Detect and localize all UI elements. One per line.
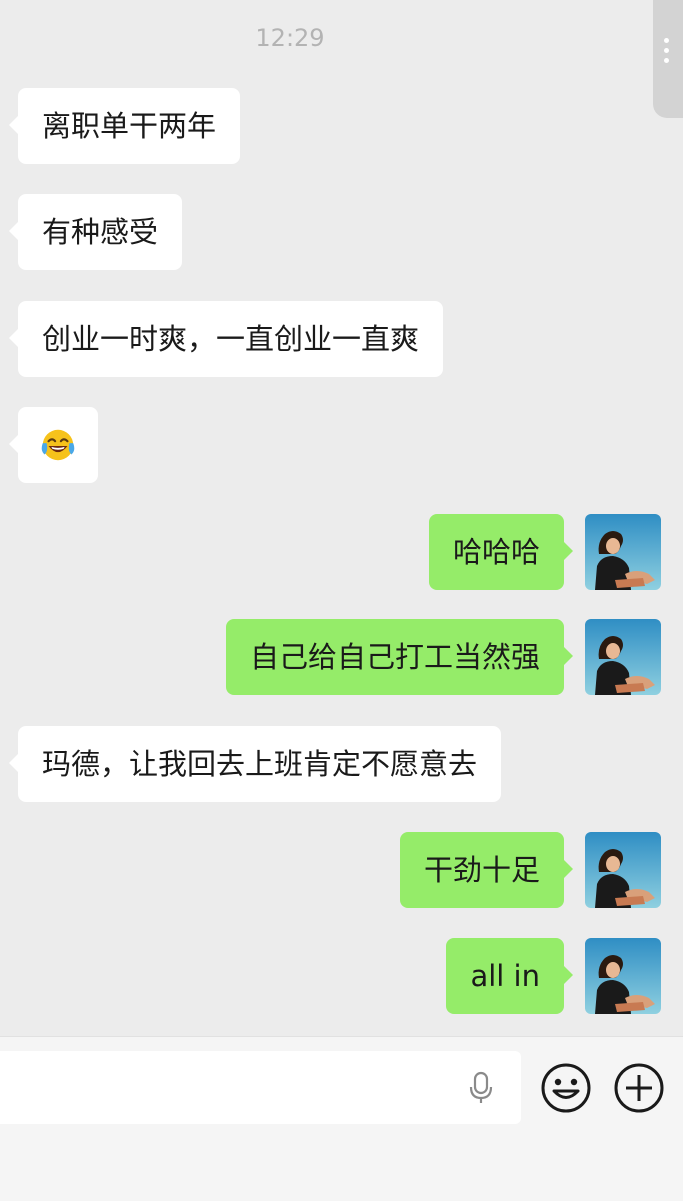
message-bubble[interactable]: 自己给自己打工当然强 <box>225 619 574 695</box>
outgoing-message[interactable]: all in <box>0 938 683 1014</box>
message-bubble[interactable]: 创业一时爽，一直创业一直爽 <box>8 301 444 377</box>
message-bubble[interactable] <box>9 407 98 483</box>
face-with-tears-of-joy-icon <box>41 429 75 461</box>
scroll-handle[interactable] <box>653 0 683 118</box>
avatar[interactable] <box>585 938 661 1014</box>
message-bubble[interactable]: 干劲十足 <box>399 832 574 908</box>
avatar[interactable] <box>585 619 661 695</box>
avatar[interactable] <box>585 514 661 590</box>
message-input[interactable] <box>0 1051 521 1124</box>
chat-timestamp: 12:29 <box>255 24 325 52</box>
avatar-image <box>585 619 661 695</box>
outgoing-message[interactable]: 哈哈哈 <box>0 514 683 590</box>
avatar-image <box>585 938 661 1014</box>
avatar-image <box>585 832 661 908</box>
message-bubble[interactable]: 哈哈哈 <box>428 514 574 590</box>
avatar[interactable] <box>585 832 661 908</box>
message-bubble[interactable]: 玛德，让我回去上班肯定不愿意去 <box>8 726 502 802</box>
avatar-image <box>585 514 661 590</box>
more-options-icon[interactable] <box>664 38 670 68</box>
message-bubble[interactable]: 离职单干两年 <box>8 88 241 164</box>
message-bubble[interactable]: 有种感受 <box>8 194 183 270</box>
plus-icon[interactable] <box>613 1062 665 1114</box>
outgoing-message[interactable]: 干劲十足 <box>0 832 683 908</box>
outgoing-message[interactable]: 自己给自己打工当然强 <box>0 619 683 695</box>
microphone-icon[interactable] <box>466 1069 496 1105</box>
input-bar <box>0 1036 683 1201</box>
message-bubble[interactable]: all in <box>446 938 573 1014</box>
emoji-icon[interactable] <box>540 1062 592 1114</box>
